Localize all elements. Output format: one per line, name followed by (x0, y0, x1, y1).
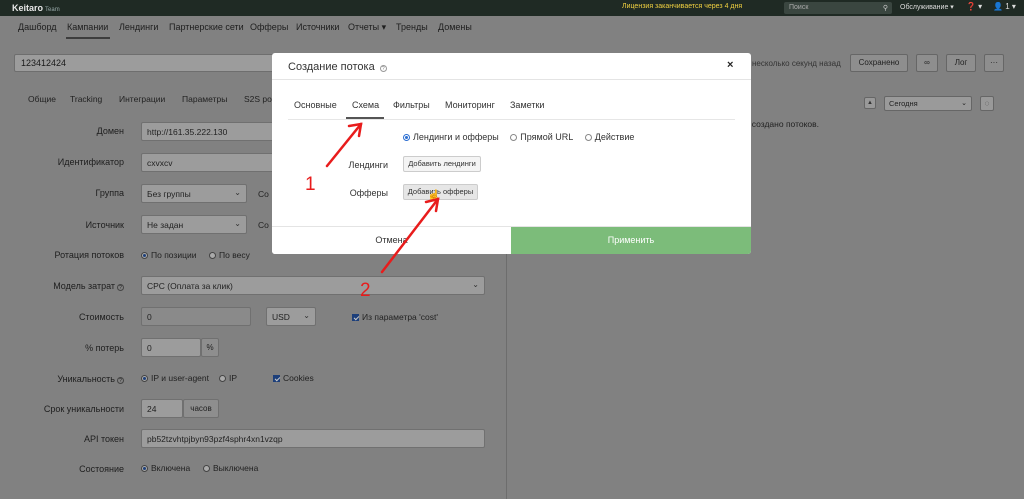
arrow-2-shaft (380, 197, 440, 274)
arrow-1-shaft (325, 122, 363, 168)
annotation-arrows (325, 122, 440, 274)
annotation-label-2: 2 (360, 280, 371, 301)
annotation-label-1: 1 (305, 174, 316, 195)
